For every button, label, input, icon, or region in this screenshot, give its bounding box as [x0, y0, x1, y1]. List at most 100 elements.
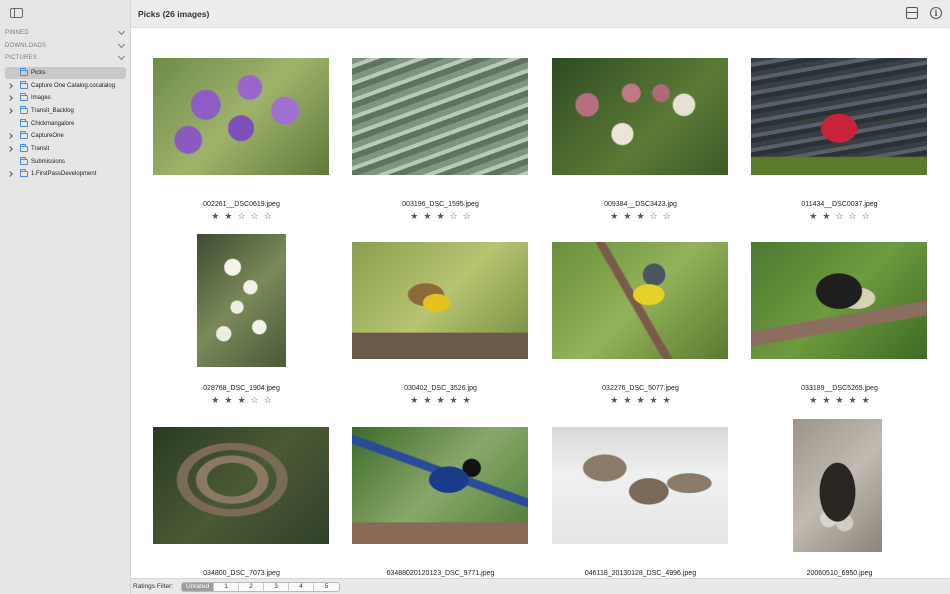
image-thumbnail[interactable]	[352, 427, 528, 544]
image-cell[interactable]: 20060510_6950.jpeg★★★☆☆	[740, 412, 939, 578]
image-thumbnail[interactable]	[153, 427, 329, 544]
star-empty-icon[interactable]: ☆	[450, 212, 463, 222]
star-empty-icon[interactable]: ☆	[463, 212, 476, 222]
image-thumbnail[interactable]	[552, 58, 728, 175]
section-label: PICTURES	[5, 55, 37, 61]
sidebar-item[interactable]: Picks	[5, 67, 126, 79]
filter-unrated-button[interactable]: Unrated	[182, 583, 214, 591]
star-filled-icon[interactable]: ★	[436, 396, 449, 406]
disclosure-arrow-icon[interactable]	[7, 95, 13, 101]
star-empty-icon[interactable]: ☆	[264, 212, 277, 222]
star-filled-icon[interactable]: ★	[410, 396, 423, 406]
star-empty-icon[interactable]: ☆	[849, 212, 862, 222]
info-icon[interactable]: i	[930, 7, 942, 19]
image-cell[interactable]: 003196_DSC_1595.jpeg ★★★☆☆	[341, 43, 540, 228]
image-thumbnail[interactable]	[552, 427, 728, 544]
image-cell[interactable]: 009384__DSC3423.jpg ★★★☆☆	[541, 43, 740, 228]
image-cell[interactable]: 011434__DSC0037.jpeg ★★☆☆☆	[740, 43, 939, 228]
filter-rating-2-button[interactable]: 2	[239, 583, 264, 591]
disclosure-arrow-icon[interactable]	[7, 108, 13, 114]
star-empty-icon[interactable]: ☆	[264, 396, 277, 406]
image-cell[interactable]: 002261__DSC0619.jpeg ★★☆☆☆	[142, 43, 341, 228]
image-cell[interactable]: 028768_DSC_1904.jpeg ★★★☆☆	[142, 227, 341, 412]
star-empty-icon[interactable]: ☆	[650, 212, 663, 222]
star-filled-icon[interactable]: ★	[849, 396, 862, 406]
star-rating: ★★★☆☆	[142, 396, 341, 406]
star-filled-icon[interactable]: ★	[423, 212, 436, 222]
star-filled-icon[interactable]: ★	[623, 396, 636, 406]
section-pictures[interactable]: PICTURES	[5, 52, 127, 64]
star-empty-icon[interactable]: ☆	[251, 396, 264, 406]
image-thumbnail[interactable]	[552, 242, 728, 359]
star-filled-icon[interactable]: ★	[436, 212, 449, 222]
image-cell[interactable]: 03488020120123_DSC_9771.jpeg★★★☆☆	[341, 412, 540, 578]
star-filled-icon[interactable]: ★	[663, 396, 676, 406]
filter-rating-4-button[interactable]: 4	[289, 583, 314, 591]
star-filled-icon[interactable]: ★	[224, 396, 237, 406]
sidebar-item[interactable]: Chickmangalore	[5, 118, 126, 130]
image-thumbnail[interactable]	[751, 58, 927, 175]
image-thumbnail[interactable]	[751, 242, 927, 359]
star-empty-icon[interactable]: ☆	[237, 212, 250, 222]
section-pinned[interactable]: PINNED	[5, 27, 127, 39]
star-filled-icon[interactable]: ★	[410, 212, 423, 222]
sidebar-item-label: Picks	[31, 70, 46, 76]
sidebar-item-label: 1.FirstPassDevelopment	[31, 171, 97, 177]
image-cell[interactable]: 034800_DSC_7073.jpeg★★★★★	[142, 412, 341, 578]
star-empty-icon[interactable]: ☆	[835, 212, 848, 222]
disclosure-arrow-icon[interactable]	[7, 133, 13, 139]
star-filled-icon[interactable]: ★	[862, 396, 875, 406]
star-filled-icon[interactable]: ★	[835, 396, 848, 406]
disclosure-arrow-icon[interactable]	[7, 171, 13, 177]
star-filled-icon[interactable]: ★	[623, 212, 636, 222]
sidebar-toggle-icon[interactable]	[10, 8, 23, 18]
star-filled-icon[interactable]: ★	[463, 396, 476, 406]
star-empty-icon[interactable]: ☆	[663, 212, 676, 222]
star-filled-icon[interactable]: ★	[211, 212, 224, 222]
disclosure-arrow-icon[interactable]	[7, 146, 13, 152]
folder-icon	[20, 157, 28, 165]
section-downloads[interactable]: DOWNLOADS	[5, 40, 127, 52]
sidebar-item-label: Transit_Backlog	[31, 108, 74, 114]
filter-rating-1-button[interactable]: 1	[214, 583, 239, 591]
star-empty-icon[interactable]: ☆	[251, 212, 264, 222]
star-empty-icon[interactable]: ☆	[862, 212, 875, 222]
image-thumbnail[interactable]	[793, 419, 882, 552]
sidebar-item-label: Capture One Catalog.cocatalog	[31, 83, 116, 89]
star-rating: ★★★★★	[541, 396, 740, 406]
sidebar-item[interactable]: Images	[5, 92, 126, 104]
sidebar-item[interactable]: Transit	[5, 143, 126, 155]
star-filled-icon[interactable]: ★	[423, 396, 436, 406]
image-cell[interactable]: 033189__DSC5265.jpeg ★★★★★	[740, 227, 939, 412]
sidebar-item[interactable]: 1.FirstPassDevelopment	[5, 168, 126, 180]
star-filled-icon[interactable]: ★	[237, 396, 250, 406]
disclosure-arrow-icon[interactable]	[7, 83, 13, 89]
image-thumbnail[interactable]	[153, 58, 329, 175]
image-thumbnail[interactable]	[352, 58, 528, 175]
star-filled-icon[interactable]: ★	[650, 396, 663, 406]
sidebar-item[interactable]: Transit_Backlog	[5, 105, 126, 117]
image-cell[interactable]: 030402_DSC_3526.jpg ★★★★★	[341, 227, 540, 412]
image-thumbnail[interactable]	[197, 234, 286, 367]
image-cell[interactable]: 046118_20130128_DSC_4996.jpeg★★★★☆	[541, 412, 740, 578]
image-filename: 030402_DSC_3526.jpg	[404, 385, 477, 392]
star-filled-icon[interactable]: ★	[809, 212, 822, 222]
star-filled-icon[interactable]: ★	[211, 396, 224, 406]
sidebar-item[interactable]: CaptureOne	[5, 130, 126, 142]
filter-rating-3-button[interactable]: 3	[264, 583, 289, 591]
image-cell[interactable]: 032276_DSC_5077.jpeg ★★★★★	[541, 227, 740, 412]
star-filled-icon[interactable]: ★	[636, 396, 649, 406]
star-filled-icon[interactable]: ★	[822, 396, 835, 406]
star-filled-icon[interactable]: ★	[610, 396, 623, 406]
star-filled-icon[interactable]: ★	[822, 212, 835, 222]
sidebar-item[interactable]: Capture One Catalog.cocatalog	[5, 80, 126, 92]
star-filled-icon[interactable]: ★	[224, 212, 237, 222]
star-filled-icon[interactable]: ★	[450, 396, 463, 406]
sidebar-item[interactable]: Submissions	[5, 156, 126, 168]
star-filled-icon[interactable]: ★	[636, 212, 649, 222]
filter-rating-5-button[interactable]: 5	[314, 583, 339, 591]
layout-toggle-icon[interactable]	[906, 7, 918, 19]
star-filled-icon[interactable]: ★	[809, 396, 822, 406]
image-thumbnail[interactable]	[352, 242, 528, 359]
star-filled-icon[interactable]: ★	[610, 212, 623, 222]
